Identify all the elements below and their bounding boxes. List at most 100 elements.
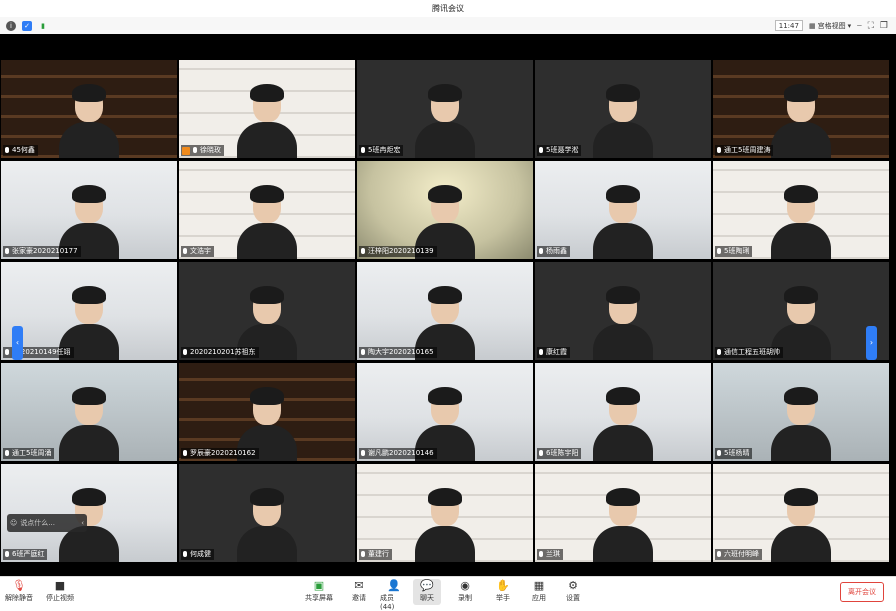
- chat-label: 聊天: [420, 594, 434, 602]
- participant-name-tag: 罗辰豪2020210162: [181, 448, 259, 459]
- minimize-icon[interactable]: ⎯: [857, 21, 862, 31]
- meeting-topbar: i ✓ ▮ 11:47 ▦ 宫格视图 ▾ ⎯ ⛶ ❐: [0, 17, 896, 34]
- share-label: 共享屏幕: [305, 594, 333, 602]
- info-icon[interactable]: i: [6, 20, 16, 31]
- participant-hair: [72, 286, 106, 304]
- video-button[interactable]: ■ 停止视频: [46, 579, 74, 603]
- participant-body: [771, 122, 831, 158]
- participant-name: 6班严庭红: [12, 550, 45, 558]
- participant-name-tag: 谢凡鹏2020210146: [359, 448, 437, 459]
- participant-video: [415, 80, 475, 158]
- participant-name-tag: 6班严庭红: [3, 549, 48, 560]
- participant-video: [415, 484, 475, 562]
- shield-icon[interactable]: ✓: [22, 20, 32, 31]
- members-button[interactable]: 👤 成员(44): [380, 579, 408, 611]
- video-tile[interactable]: 5班聂学淞: [535, 60, 711, 158]
- participant-video: [771, 181, 831, 259]
- participant-hair: [784, 286, 818, 304]
- video-tile[interactable]: 2020210201苏祖东: [179, 262, 355, 360]
- fullscreen-icon[interactable]: ⛶: [868, 21, 874, 31]
- video-tile[interactable]: 2020210149任翊: [1, 262, 177, 360]
- participant-name-tag: 5班聂学淞: [537, 145, 582, 156]
- participant-hair: [606, 84, 640, 102]
- mic-icon: [360, 247, 366, 256]
- participant-hair: [428, 185, 462, 203]
- participant-body: [59, 122, 119, 158]
- video-tile[interactable]: 罗辰豪2020210162: [179, 363, 355, 461]
- mic-icon: [182, 247, 188, 256]
- share-screen-button[interactable]: ▣ 共享屏幕: [305, 579, 333, 603]
- video-tile[interactable]: 通工5班周建涛: [713, 60, 889, 158]
- video-tile[interactable]: 5班冉炬宏: [357, 60, 533, 158]
- participant-name: 通工5班周建涛: [724, 146, 771, 154]
- participant-body: [593, 223, 653, 259]
- prev-page-button[interactable]: ‹: [12, 326, 23, 360]
- video-tile[interactable]: 何成健: [179, 464, 355, 562]
- participant-name-tag: 文浩宇: [181, 246, 214, 257]
- mic-icon: [716, 449, 722, 458]
- collapse-icon[interactable]: ‹: [81, 519, 84, 527]
- participant-video: [593, 80, 653, 158]
- mic-icon: [716, 247, 722, 256]
- view-mode-button[interactable]: ▦ 宫格视图 ▾: [809, 21, 851, 31]
- next-page-button[interactable]: ›: [866, 326, 877, 360]
- video-tile[interactable]: 5班杨晴: [713, 363, 889, 461]
- mic-icon: [538, 449, 544, 458]
- video-tile[interactable]: 文浩宇: [179, 161, 355, 259]
- video-tile[interactable]: 陶大宇2020210165: [357, 262, 533, 360]
- participant-name: 45何鑫: [12, 146, 35, 154]
- mute-button[interactable]: 🎙 解除静音: [5, 579, 33, 603]
- mic-icon: [360, 146, 366, 155]
- mute-label: 解除静音: [5, 594, 33, 602]
- raise-hand-button[interactable]: ✋ 举手: [489, 579, 517, 603]
- apps-button[interactable]: ▦ 应用: [525, 579, 553, 603]
- participant-name-tag: 兰琪: [537, 549, 563, 560]
- video-tile[interactable]: 六班付明峰: [713, 464, 889, 562]
- video-tile[interactable]: 董建行: [357, 464, 533, 562]
- video-grid: 45何鑫 徐晓玫 5班冉炬宏 5班聂学淞 通工5班周建涛张家豪2020210177 文浩宇…: [0, 60, 889, 562]
- video-tile[interactable]: 杨雨鑫: [535, 161, 711, 259]
- video-tile[interactable]: 通信工程五班胡帅: [713, 262, 889, 360]
- participant-name: 通信工程五班胡帅: [724, 348, 780, 356]
- participant-hair: [250, 387, 284, 405]
- participant-hair: [428, 286, 462, 304]
- grid-icon: ▦: [808, 21, 816, 30]
- participant-video: [593, 484, 653, 562]
- participant-body: [593, 324, 653, 360]
- restore-icon[interactable]: ❐: [880, 21, 888, 31]
- leave-meeting-button[interactable]: 离开会议: [840, 582, 884, 602]
- video-tile[interactable]: 通工5班周涌: [1, 363, 177, 461]
- video-tile[interactable]: 谢凡鹏2020210146: [357, 363, 533, 461]
- mic-icon: [360, 348, 366, 357]
- video-tile[interactable]: 6班陈宇阳: [535, 363, 711, 461]
- signal-icon[interactable]: ▮: [38, 21, 48, 31]
- video-tile[interactable]: 45何鑫: [1, 60, 177, 158]
- participant-video: [237, 484, 297, 562]
- video-tile[interactable]: 康红霞: [535, 262, 711, 360]
- participant-hair: [72, 488, 106, 506]
- participant-body: [415, 122, 475, 158]
- participant-hair: [606, 185, 640, 203]
- video-tile[interactable]: 兰琪: [535, 464, 711, 562]
- mic-icon: [182, 449, 188, 458]
- participant-hair: [72, 84, 106, 102]
- video-tile[interactable]: 张家豪2020210177: [1, 161, 177, 259]
- participant-video: [771, 80, 831, 158]
- settings-button[interactable]: ⚙ 设置: [559, 579, 587, 603]
- chat-float-box[interactable]: ☺ 说点什么... ‹: [7, 514, 87, 532]
- record-button[interactable]: ◉ 录制: [451, 579, 479, 603]
- participant-hair: [784, 488, 818, 506]
- video-tile[interactable]: 徐晓玫: [179, 60, 355, 158]
- participant-body: [593, 526, 653, 562]
- participant-name: 谢凡鹏2020210146: [368, 449, 434, 457]
- participant-body: [59, 425, 119, 461]
- invite-button[interactable]: ✉ 邀请: [345, 579, 373, 603]
- video-tile[interactable]: 5班陶琍: [713, 161, 889, 259]
- participant-hair: [72, 387, 106, 405]
- video-tile[interactable]: 6班严庭红: [1, 464, 177, 562]
- smile-icon: ☺: [10, 519, 18, 527]
- participant-video: [59, 80, 119, 158]
- mic-icon: [360, 449, 366, 458]
- video-tile[interactable]: 汪梓阳2020210139: [357, 161, 533, 259]
- chat-button[interactable]: 💬 聊天: [413, 579, 441, 605]
